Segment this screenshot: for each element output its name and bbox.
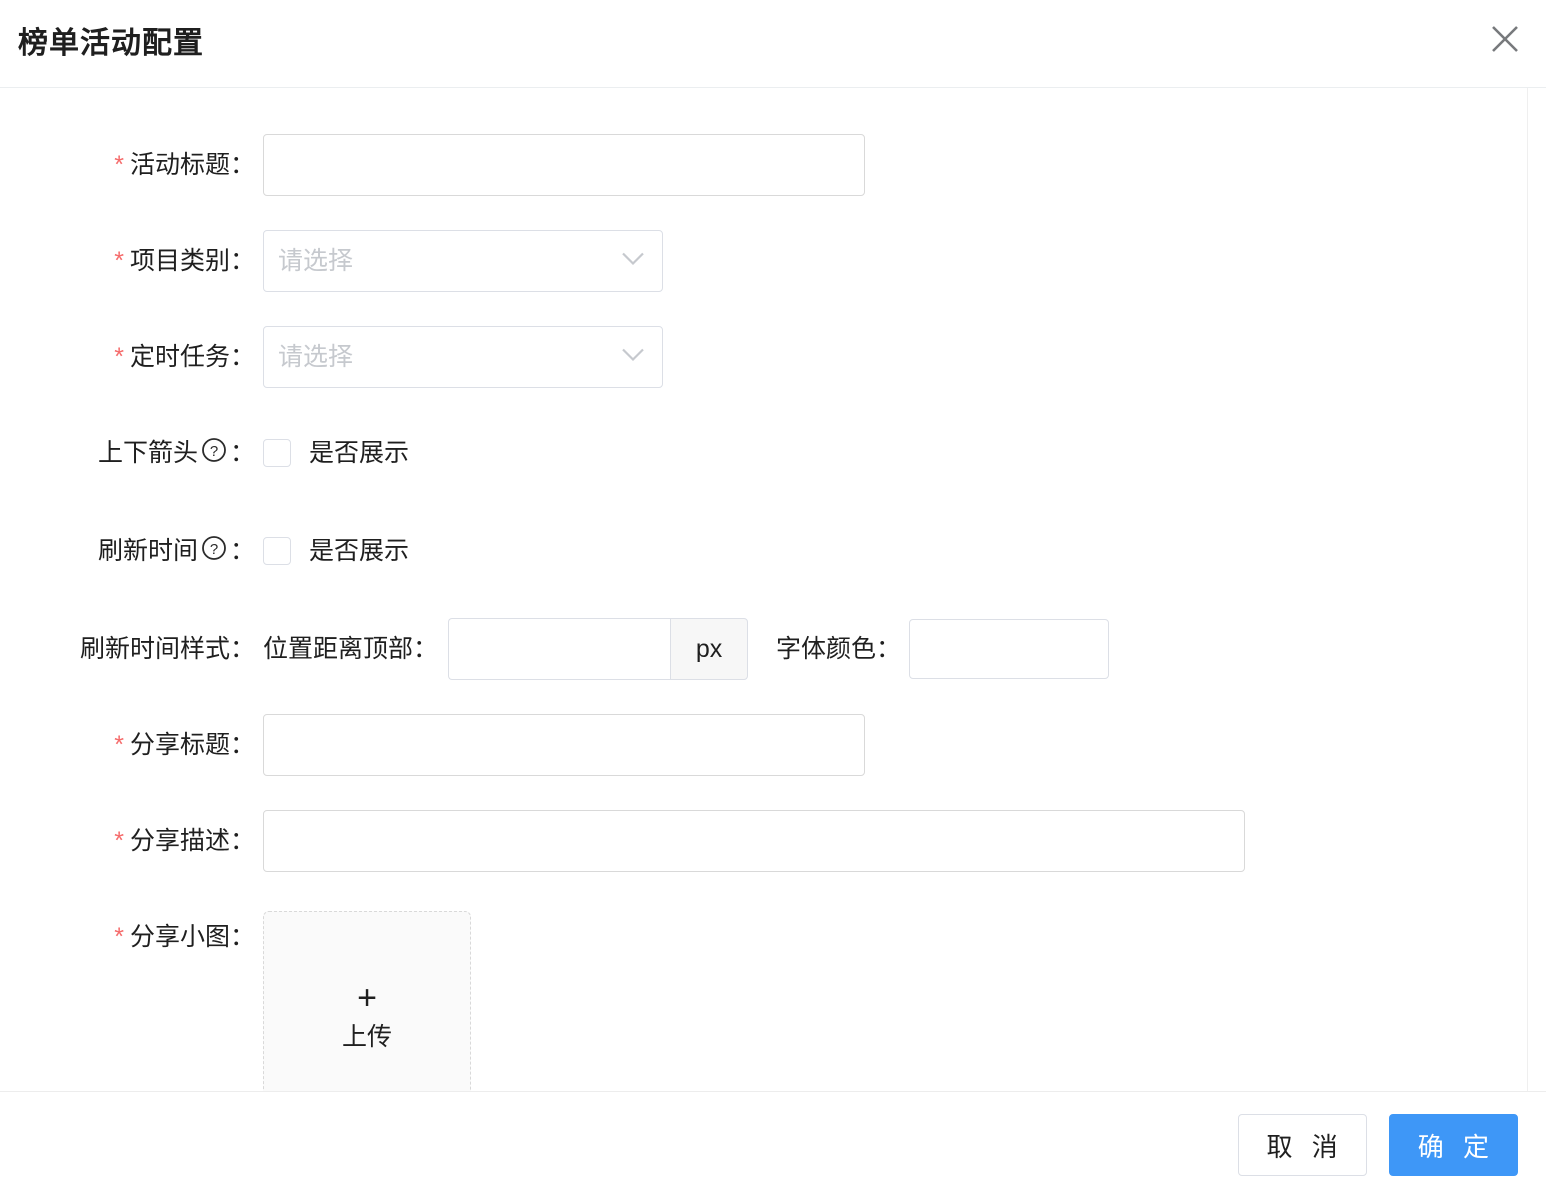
label-scheduled-task: * 定时任务：: [0, 326, 255, 388]
required-asterisk: *: [114, 151, 124, 179]
plus-icon: +: [357, 978, 377, 1017]
label-text: 字体颜色: [776, 635, 877, 663]
label-activity-title: * 活动标题：: [0, 134, 255, 196]
share-title-input[interactable]: [263, 714, 865, 776]
label-refresh-time-style: 刷新时间样式：: [0, 618, 255, 680]
share-desc-input[interactable]: [263, 810, 1245, 872]
form-row-activity-title: * 活动标题：: [0, 134, 1527, 196]
scheduled-task-select[interactable]: 请选择: [263, 326, 663, 388]
label-share-title: * 分享标题：: [0, 714, 255, 776]
chevron-down-icon: [620, 347, 646, 368]
share-thumb-upload-box[interactable]: + 上传: [263, 911, 471, 1091]
label-colon: ：: [229, 247, 255, 275]
dialog-body-scroll-area[interactable]: * 活动标题： * 项目类别： 请选择 * 定时任务： 请选择 上下箭头 ? ：…: [0, 88, 1546, 1092]
top-offset-input[interactable]: [448, 618, 671, 680]
label-colon: ：: [229, 537, 255, 565]
page-title: 榜单活动配置: [18, 26, 204, 60]
required-asterisk: *: [114, 731, 124, 759]
upload-label: 上传: [341, 1022, 392, 1051]
label-font-color: 字体颜色：: [776, 618, 901, 680]
required-asterisk: *: [114, 923, 124, 951]
form-row-refresh-time-toggle: 刷新时间? ： 是否展示: [0, 520, 1527, 584]
form-row-refresh-time-style: 刷新时间样式： 位置距离顶部： px 字体颜色：: [0, 618, 1527, 680]
label-colon: ：: [229, 731, 255, 759]
label-colon: ：: [413, 635, 439, 663]
form-row-share-title: * 分享标题：: [0, 714, 1527, 776]
label-project-category: * 项目类别：: [0, 230, 255, 292]
label-colon: ：: [876, 635, 902, 663]
dialog-header: 榜单活动配置: [0, 0, 1546, 88]
activity-title-input[interactable]: [263, 134, 865, 196]
field-project-category: 请选择: [255, 230, 1527, 292]
unit-addon-px: px: [670, 618, 749, 680]
svg-text:?: ?: [210, 541, 218, 558]
label-text: 分享描述: [129, 827, 230, 855]
question-circle-icon[interactable]: ?: [201, 522, 227, 584]
checkbox-label: 是否展示: [309, 536, 410, 565]
field-share-title: [255, 714, 1527, 776]
label-text: 刷新时间: [97, 537, 198, 565]
field-share-thumb: + 上传: [255, 906, 1527, 1091]
label-text: 刷新时间样式: [79, 635, 230, 663]
label-colon: ：: [229, 635, 255, 663]
form-row-scheduled-task: * 定时任务： 请选择: [0, 326, 1527, 388]
field-scheduled-task: 请选择: [255, 326, 1527, 388]
checkbox-box[interactable]: [263, 439, 291, 467]
field-refresh-time-style: 位置距离顶部： px 字体颜色：: [255, 618, 1527, 680]
label-colon: ：: [229, 439, 255, 467]
form-row-arrow-toggle: 上下箭头? ： 是否展示: [0, 422, 1527, 486]
required-asterisk: *: [114, 343, 124, 371]
label-text: 项目类别: [129, 247, 230, 275]
refresh-time-toggle-checkbox[interactable]: 是否展示: [263, 537, 409, 565]
listing-activity-config-dialog: 榜单活动配置 * 活动标题： * 项目类别： 请选择 * 定时任务： 请选择 上…: [0, 0, 1546, 1198]
form-row-share-desc: * 分享描述：: [0, 810, 1527, 872]
label-text: 分享小图: [129, 923, 230, 951]
required-asterisk: *: [114, 827, 124, 855]
arrow-toggle-checkbox[interactable]: 是否展示: [263, 439, 409, 467]
label-text: 位置距离顶部: [263, 635, 414, 663]
label-text: 定时任务: [129, 343, 230, 371]
config-form: * 活动标题： * 项目类别： 请选择 * 定时任务： 请选择 上下箭头 ? ：…: [0, 88, 1528, 1091]
close-icon: [1488, 22, 1522, 56]
label-colon: ：: [229, 923, 255, 951]
label-share-thumb: * 分享小图：: [0, 906, 255, 968]
label-colon: ：: [229, 151, 255, 179]
label-refresh-time-toggle: 刷新时间? ：: [0, 520, 255, 584]
project-category-select[interactable]: 请选择: [263, 230, 663, 292]
checkbox-box[interactable]: [263, 537, 291, 565]
required-asterisk: *: [114, 247, 124, 275]
project-category-placeholder: 请选择: [278, 246, 354, 275]
field-refresh-time-toggle: 是否展示: [255, 520, 1527, 582]
font-color-input[interactable]: [909, 619, 1110, 679]
field-arrow-toggle: 是否展示: [255, 422, 1527, 484]
top-offset-input-group: px: [448, 618, 749, 680]
label-text: 活动标题: [129, 151, 230, 179]
dialog-footer: 取 消 确 定: [0, 1092, 1546, 1198]
cancel-button[interactable]: 取 消: [1237, 1114, 1367, 1176]
scheduled-task-placeholder: 请选择: [278, 342, 354, 371]
checkbox-label: 是否展示: [309, 438, 410, 467]
label-colon: ：: [229, 343, 255, 371]
form-row-project-category: * 项目类别： 请选择: [0, 230, 1527, 292]
confirm-button[interactable]: 确 定: [1388, 1114, 1518, 1176]
svg-text:?: ?: [210, 443, 218, 460]
label-arrow-toggle: 上下箭头? ：: [0, 422, 255, 486]
label-top-offset: 位置距离顶部：: [263, 618, 438, 680]
label-share-desc: * 分享描述：: [0, 810, 255, 872]
question-circle-icon[interactable]: ?: [201, 424, 227, 486]
field-activity-title: [255, 134, 1527, 196]
label-text: 上下箭头: [97, 439, 198, 467]
close-button[interactable]: [1482, 16, 1528, 62]
label-text: 分享标题: [129, 731, 230, 759]
field-share-desc: [255, 810, 1527, 872]
label-colon: ：: [229, 827, 255, 855]
chevron-down-icon: [620, 251, 646, 272]
form-row-share-thumb: * 分享小图： + 上传: [0, 906, 1527, 1091]
